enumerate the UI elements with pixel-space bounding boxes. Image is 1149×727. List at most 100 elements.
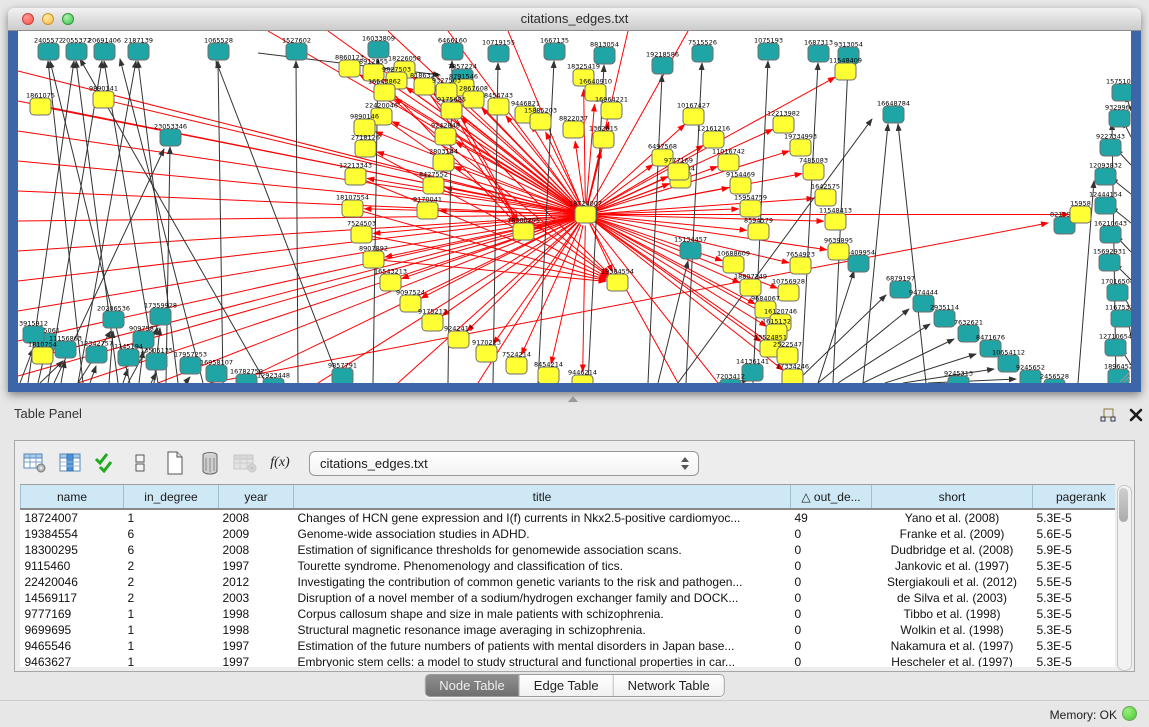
graph-node[interactable]: 9890146 (350, 113, 379, 137)
citation-edge[interactable] (521, 225, 580, 355)
table-cell[interactable]: Corpus callosum shape and size in male p… (294, 606, 791, 622)
column-header-pagerank[interactable]: pagerank (1033, 485, 1116, 509)
table-cell[interactable]: 1998 (219, 622, 294, 638)
table-cell[interactable]: Changes of HCN gene expression and I(f) … (294, 509, 791, 526)
table-row[interactable]: 946362711997Embryonic stem cells: a mode… (21, 654, 1116, 667)
graph-node[interactable]: 2405572 (34, 37, 63, 61)
graph-node[interactable]: 8907892 (359, 245, 388, 269)
citation-edge[interactable] (18, 215, 585, 311)
table-cell[interactable]: 2008 (219, 542, 294, 558)
tab-node-table[interactable]: Node Table (425, 675, 520, 696)
table-cell[interactable]: 5.3E-5 (1033, 622, 1116, 638)
table-cell[interactable]: 2 (124, 558, 219, 574)
graph-node[interactable]: 16210643 (1094, 220, 1127, 244)
table-cell[interactable]: 2008 (219, 509, 294, 526)
delete-table-button[interactable] (231, 449, 259, 477)
citation-edge[interactable] (185, 377, 190, 383)
graph-node[interactable]: 2456528 (1040, 373, 1069, 384)
graph-node[interactable]: 10167427 (677, 102, 710, 126)
table-cell[interactable]: 1998 (219, 606, 294, 622)
table-cell[interactable]: 22420046 (21, 574, 124, 590)
column-header-name[interactable]: name (21, 485, 124, 509)
table-row[interactable]: 969969511998Structural magnetic resonanc… (21, 622, 1116, 638)
table-cell[interactable]: 0 (791, 654, 872, 667)
graph-node[interactable]: 9175213 (418, 308, 447, 332)
column-header-in_degree[interactable]: in_degree (124, 485, 219, 509)
table-cell[interactable]: 5.3E-5 (1033, 638, 1116, 654)
graph-node[interactable]: 3915912 (19, 320, 48, 344)
table-cell[interactable]: Yano et al. (2008) (872, 509, 1033, 526)
graph-node[interactable]: 9245313 (944, 370, 973, 384)
graph-node[interactable]: 2187139 (124, 37, 153, 61)
graph-node[interactable]: 7524214 (502, 351, 531, 375)
table-cell[interactable]: 9699695 (21, 622, 124, 638)
function-builder-button[interactable]: f(x) (266, 449, 294, 477)
show-column-button[interactable] (56, 449, 84, 477)
select-all-button[interactable] (91, 449, 119, 477)
network-canvas[interactable]: 2405572205537220691406218713910655281527… (18, 31, 1131, 383)
citation-edge[interactable] (78, 61, 136, 383)
graph-node[interactable]: 20206536 (97, 305, 130, 329)
citation-edge[interactable] (596, 184, 669, 211)
table-cell[interactable]: 1 (124, 654, 219, 667)
table-selector-dropdown[interactable]: citations_edges.txt (309, 451, 699, 476)
graph-node[interactable]: 9242413 (444, 325, 473, 349)
graph-node[interactable]: 8454743 (484, 92, 513, 116)
citation-edge[interactable] (20, 349, 33, 383)
new-column-button[interactable] (161, 449, 189, 477)
table-cell[interactable]: de Silva et al. (2003) (872, 590, 1033, 606)
graph-node[interactable]: 19734993 (784, 133, 817, 157)
graph-node[interactable]: 15692931 (1093, 248, 1126, 272)
graph-node[interactable]: 7485083 (799, 157, 828, 181)
graph-node[interactable]: 9329966 (1105, 104, 1131, 128)
table-row[interactable]: 1872400712008Changes of HCN gene express… (21, 509, 1116, 526)
graph-node[interactable]: 7203412 (716, 373, 745, 384)
graph-node[interactable]: 13505135 (140, 347, 173, 371)
citation-edge[interactable] (648, 75, 662, 383)
graph-node[interactable]: 9170213 (472, 339, 501, 363)
citation-edge[interactable] (218, 61, 223, 383)
citation-edge[interactable] (551, 225, 583, 364)
graph-node[interactable]: 15958 (1070, 200, 1091, 224)
row-toggle-button[interactable] (126, 449, 154, 477)
graph-node[interactable]: 7654923 (786, 251, 815, 275)
citation-edge[interactable] (596, 215, 823, 221)
graph-node[interactable]: 9175685 (437, 96, 466, 120)
graph-node[interactable]: 20691406 (88, 37, 121, 61)
table-row[interactable]: 1938455462009Genome-wide association stu… (21, 526, 1116, 542)
table-cell[interactable]: 1 (124, 622, 219, 638)
table-cell[interactable]: 1 (124, 509, 219, 526)
table-cell[interactable]: Structural magnetic resonance image aver… (294, 622, 791, 638)
graph-node[interactable]: 8594579 (744, 217, 773, 241)
graph-node[interactable]: 15751074 (1106, 78, 1131, 102)
graph-node[interactable]: 12342757 (80, 340, 113, 364)
float-panel-icon[interactable] (1100, 408, 1118, 424)
graph-node[interactable]: 11548409 (829, 57, 862, 81)
table-cell[interactable]: 0 (791, 638, 872, 654)
graph-node[interactable]: 2803144 (429, 148, 458, 172)
table-row[interactable]: 1456911722003Disruption of a novel membe… (21, 590, 1116, 606)
citation-edge[interactable] (928, 379, 1016, 383)
graph-node[interactable]: 12444154 (1089, 191, 1122, 215)
graph-node[interactable]: 10719155 (482, 39, 515, 63)
table-mode-button[interactable] (21, 449, 49, 477)
table-cell[interactable]: 1997 (219, 654, 294, 667)
column-header-short[interactable]: short (872, 485, 1033, 509)
delete-column-button[interactable] (196, 449, 224, 477)
graph-node[interactable]: 16964221 (595, 96, 628, 120)
table-cell[interactable]: Embryonic stem cells: a model to study s… (294, 654, 791, 667)
table-row[interactable]: 911546021997Tourette syndrome. Phenomeno… (21, 558, 1116, 574)
table-cell[interactable]: Estimation of significance thresholds fo… (294, 542, 791, 558)
table-row[interactable]: 977716911998Corpus callosum shape and si… (21, 606, 1116, 622)
graph-node[interactable]: 9777169 (664, 157, 693, 181)
citation-edge[interactable] (139, 351, 143, 383)
table-cell[interactable]: Dudbridge et al. (2008) (872, 542, 1033, 558)
graph-node[interactable]: 9857791 (328, 362, 357, 384)
graph-node[interactable]: 16648784 (877, 100, 910, 124)
graph-node[interactable]: 9890141 (89, 85, 118, 109)
table-cell[interactable]: 1 (124, 638, 219, 654)
table-cell[interactable]: 5.3E-5 (1033, 606, 1116, 622)
graph-node[interactable]: 1075193 (754, 37, 783, 61)
table-cell[interactable]: 5.3E-5 (1033, 654, 1116, 667)
graph-node[interactable]: 1642575 (811, 183, 840, 207)
